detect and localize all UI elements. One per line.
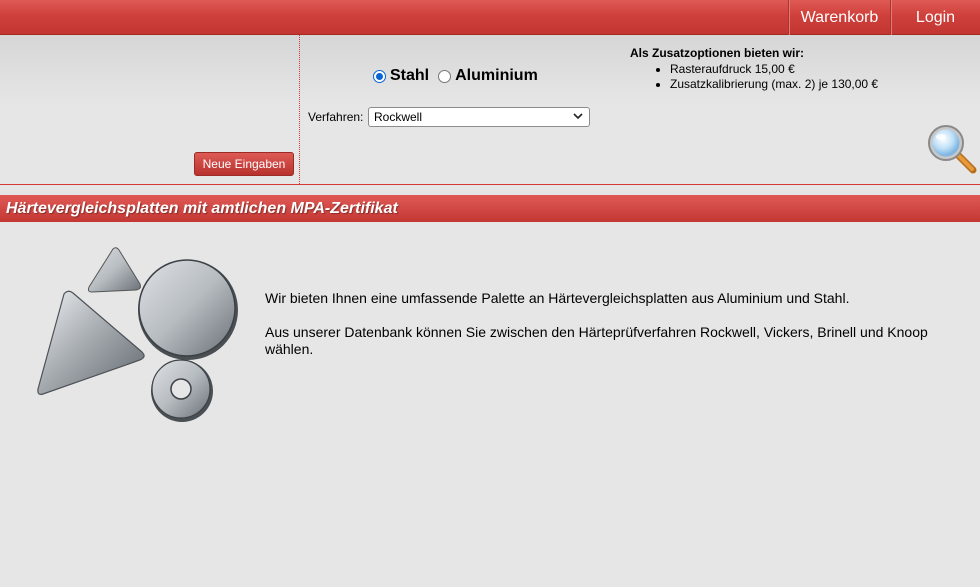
method-select[interactable]: Rockwell <box>368 107 590 127</box>
material-radio-group: Stahl Aluminium <box>373 67 547 85</box>
extra-options-title: Als Zusatzoptionen bieten wir: <box>630 46 805 60</box>
intro-text: Wir bieten Ihnen eine umfassende Palette… <box>265 290 965 358</box>
hardness-plates-image <box>36 244 241 426</box>
intro-paragraph: Aus unserer Datenbank können Sie zwische… <box>265 324 928 357</box>
radio-steel[interactable] <box>373 69 386 83</box>
chevron-down-icon <box>573 111 583 124</box>
login-link[interactable]: Login <box>890 0 980 35</box>
section-title: Härtevergleichsplatten mit amtlichen MPA… <box>0 195 980 222</box>
extra-option-item: Zusatzkalibrierung (max. 2) je 130,00 € <box>670 77 878 92</box>
radio-aluminium-label[interactable]: Aluminium <box>455 67 538 85</box>
cart-link[interactable]: Warenkorb <box>788 0 890 35</box>
method-select-value: Rockwell <box>374 110 423 124</box>
intro-paragraph: Wir bieten Ihnen eine umfassende Palette… <box>265 290 850 306</box>
radio-aluminium[interactable] <box>438 69 452 83</box>
method-label: Verfahren: <box>308 110 364 124</box>
extra-option-item: Rasteraufdruck 15,00 € <box>670 62 878 77</box>
filter-panel: Neue Eingaben Stahl Aluminium Verfahren:… <box>0 35 980 185</box>
radio-steel-label[interactable]: Stahl <box>390 67 429 85</box>
top-nav: Warenkorb Login <box>788 0 980 35</box>
extra-options-list: Rasteraufdruck 15,00 € Zusatzkalibrierun… <box>630 62 878 92</box>
extra-options: Als Zusatzoptionen bieten wir: Rasterauf… <box>630 46 878 92</box>
filter-panel-right: Stahl Aluminium Verfahren: Rockwell Als … <box>300 35 980 184</box>
filter-panel-left: Neue Eingaben <box>0 35 300 184</box>
top-navigation-bar: Warenkorb Login <box>0 0 980 35</box>
search-icon[interactable] <box>926 123 978 175</box>
reset-button[interactable]: Neue Eingaben <box>194 152 294 176</box>
